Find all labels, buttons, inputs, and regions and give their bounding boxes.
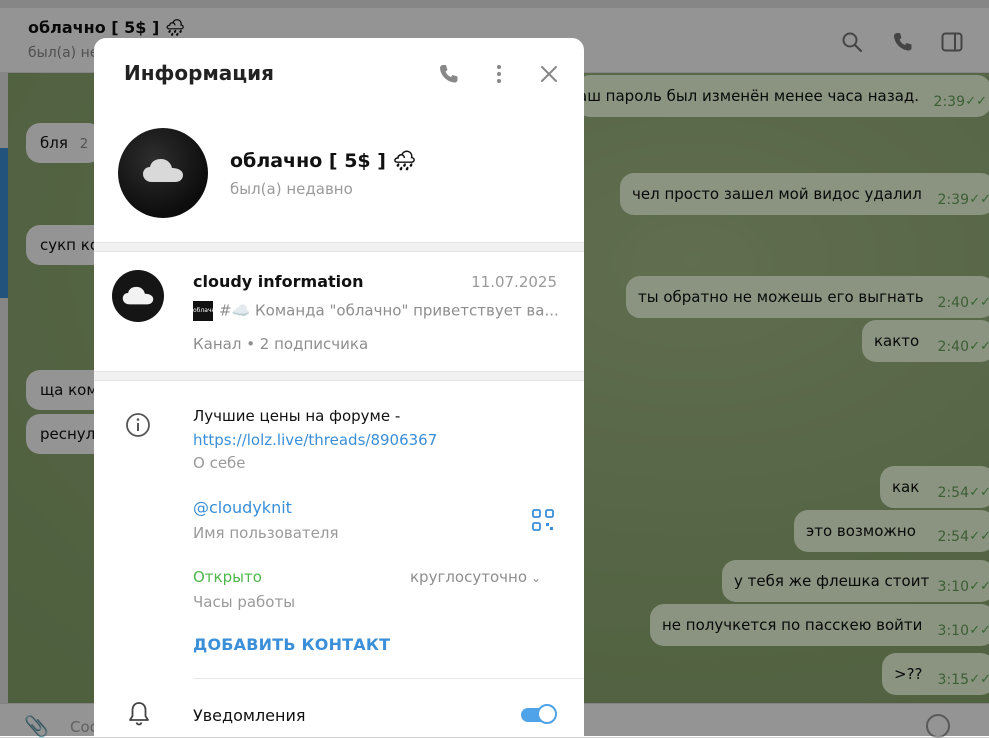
profile-avatar[interactable] bbox=[118, 128, 208, 218]
channel-preview-text: #☁️ Команда "облачно" приветствует ва... bbox=[219, 301, 559, 320]
info-icon bbox=[126, 413, 150, 437]
profile-name: облачно [ 5$ ] 🌧 bbox=[230, 150, 417, 172]
post-thumbnail: облачно bbox=[193, 301, 213, 321]
channel-preview: облачно #☁️ Команда "облачно" приветствуе… bbox=[193, 301, 559, 321]
bio-text: Лучшие цены на форуме - https://lolz.liv… bbox=[193, 404, 437, 452]
hours-value: круглосуточно bbox=[410, 568, 527, 586]
channel-date: 11.07.2025 bbox=[471, 273, 557, 291]
qr-code-icon[interactable] bbox=[532, 509, 554, 531]
profile-status: был(а) недавно bbox=[230, 180, 353, 198]
channel-meta: Канал • 2 подписчика bbox=[193, 335, 369, 353]
hours-status: Открыто bbox=[193, 568, 262, 586]
channel-avatar bbox=[112, 270, 164, 322]
hours-dropdown[interactable]: круглосуточно ⌄ bbox=[410, 568, 541, 586]
toggle-knob bbox=[537, 704, 557, 724]
dialog-title: Информация bbox=[124, 61, 274, 85]
notifications-label: Уведомления bbox=[193, 706, 306, 725]
username-label: Имя пользователя bbox=[193, 524, 339, 542]
close-icon[interactable] bbox=[537, 62, 561, 86]
notifications-toggle[interactable] bbox=[521, 703, 557, 725]
section-divider bbox=[94, 242, 584, 252]
cloud-icon bbox=[122, 286, 154, 305]
channel-name: cloudy information bbox=[193, 272, 364, 291]
section-divider bbox=[94, 371, 584, 381]
more-options-icon[interactable] bbox=[487, 62, 511, 86]
cloud-icon bbox=[143, 159, 183, 182]
bio-label: О себе bbox=[193, 454, 246, 472]
call-icon[interactable] bbox=[437, 62, 461, 86]
bio-line: Лучшие цены на форуме - bbox=[193, 407, 401, 425]
chevron-down-icon: ⌄ bbox=[531, 571, 542, 585]
username-value[interactable]: @cloudyknit bbox=[193, 498, 292, 517]
hours-label: Часы работы bbox=[193, 593, 296, 611]
divider bbox=[193, 678, 584, 679]
user-info-dialog: Информация облачно [ 5$ ] 🌧 был(а) недав… bbox=[94, 38, 584, 736]
bio-link[interactable]: https://lolz.live/threads/8906367 bbox=[193, 431, 437, 449]
add-contact-button[interactable]: ДОБАВИТЬ КОНТАКТ bbox=[193, 635, 390, 654]
bell-icon bbox=[129, 702, 149, 726]
